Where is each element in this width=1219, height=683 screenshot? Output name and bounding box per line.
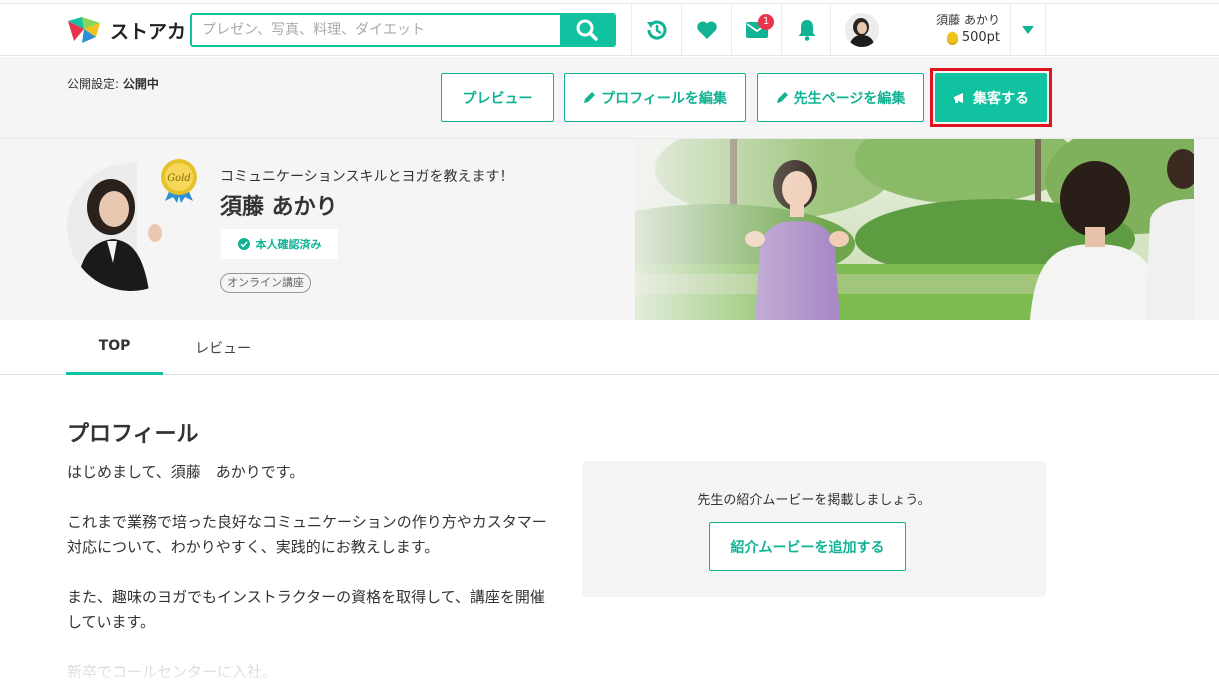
profile-paragraph: 新卒でコールセンターに入社。 <box>67 663 278 681</box>
site-header: ストアカ 1 <box>0 4 1219 56</box>
online-course-tag[interactable]: オンライン講座 <box>220 273 311 293</box>
check-circle-icon <box>237 238 250 250</box>
history-button[interactable] <box>631 4 681 56</box>
pencil-icon <box>776 92 788 103</box>
bell-icon <box>798 20 815 41</box>
favorites-button[interactable] <box>681 4 731 56</box>
logo-text: ストアカ <box>110 20 187 43</box>
intro-movie-prompt: 先生の紹介ムービーを掲載しましょう。 <box>697 493 931 508</box>
tab-top[interactable]: TOP <box>66 320 163 375</box>
megaphone-icon <box>954 92 963 103</box>
user-menu[interactable]: 須藤 あかり 500pt <box>830 4 1010 56</box>
publish-setting: 公開設定: 公開中 <box>67 75 159 92</box>
edit-teacher-page-button[interactable]: 先生ページを編集 <box>757 73 924 122</box>
user-name: 須藤 あかり <box>936 13 1000 27</box>
verified-label: 本人確認済み <box>255 238 322 251</box>
preview-label: プレビュー <box>462 90 533 107</box>
history-icon <box>646 20 666 40</box>
promote-label: 集客する <box>973 90 1029 107</box>
gold-badge-icon: Gold <box>161 159 197 203</box>
gold-badge-label: Gold <box>167 173 191 184</box>
profile-tabs: TOP レビュー <box>0 320 1219 375</box>
heart-icon <box>696 21 717 39</box>
publish-status: 公開中 <box>122 77 159 91</box>
search-bar <box>190 13 616 47</box>
cover-image <box>635 139 1194 320</box>
pencil-icon <box>584 92 596 103</box>
search-button[interactable] <box>560 15 614 45</box>
search-icon <box>576 19 598 41</box>
coin-icon <box>946 32 958 43</box>
edit-profile-label: プロフィールを編集 <box>601 90 727 107</box>
promote-button[interactable]: 集客する <box>935 73 1047 122</box>
points-value: 500pt <box>961 30 1000 45</box>
logo-mark-icon <box>68 17 100 43</box>
logo[interactable]: ストアカ <box>66 15 186 45</box>
tab-reviews[interactable]: レビュー <box>173 320 273 375</box>
edit-profile-button[interactable]: プロフィールを編集 <box>564 73 746 122</box>
profile-header: Gold コミュニケーションスキルとヨガを教えます！ 須藤 あかり 本人確認済み… <box>0 139 1219 320</box>
message-count-badge: 1 <box>758 14 774 30</box>
avatar <box>845 13 879 47</box>
verified-badge: 本人確認済み <box>221 229 338 259</box>
chevron-down-icon <box>1022 26 1034 34</box>
notifications-button[interactable] <box>781 4 831 56</box>
user-points: 500pt <box>946 30 1000 45</box>
profile-name: 須藤 あかり <box>220 195 338 220</box>
intro-movie-panel: 先生の紹介ムービーを掲載しましょう。 紹介ムービーを追加する <box>582 461 1046 597</box>
profile-paragraph: これまで業務で培った良好なコミュニケーションの作り方やカスタマー対応について、わ… <box>67 513 547 556</box>
preview-button[interactable]: プレビュー <box>441 73 554 122</box>
messages-button[interactable]: 1 <box>731 4 781 56</box>
user-menu-toggle[interactable] <box>1010 4 1046 56</box>
edit-teacher-page-label: 先生ページを編集 <box>793 90 906 107</box>
profile-paragraph: はじめまして、須藤 あかりです。 <box>67 463 305 481</box>
search-input[interactable] <box>192 15 560 45</box>
add-intro-movie-button[interactable]: 紹介ムービーを追加する <box>709 522 906 571</box>
profile-catchphrase: コミュニケーションスキルとヨガを教えます！ <box>220 169 514 185</box>
admin-toolbar: 公開設定: 公開中 プレビュー プロフィールを編集 先生ページを編集 集客する <box>0 57 1219 139</box>
publish-label: 公開設定: <box>67 77 123 91</box>
profile-heading: プロフィール <box>67 422 199 447</box>
profile-paragraph: また、趣味のヨガでもインストラクターの資格を取得して、講座を開催しています。 <box>67 588 545 631</box>
